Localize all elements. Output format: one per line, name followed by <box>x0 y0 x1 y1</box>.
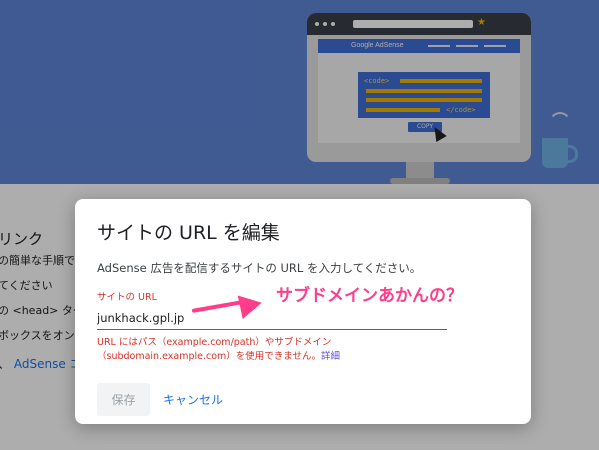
error-line-2-text: （subdomain.example.com）を使用できません。 <box>97 351 322 362</box>
cancel-button[interactable]: キャンセル <box>159 383 227 416</box>
edit-site-url-dialog: サイトの URL を編集 AdSense 広告を配信するサイトの URL を入力… <box>75 199 531 424</box>
save-button[interactable]: 保存 <box>97 383 150 416</box>
dialog-description: AdSense 広告を配信するサイトの URL を入力してください。 <box>97 261 422 275</box>
site-url-error: URL にはパス（example.com/path）やサブドメイン （subdo… <box>97 336 340 364</box>
site-url-input[interactable] <box>97 309 445 327</box>
site-url-underline <box>97 329 447 330</box>
error-line-2: （subdomain.example.com）を使用できません。詳細 <box>97 350 340 364</box>
site-url-label: サイトの URL <box>97 292 157 303</box>
annotation-callout: サブドメインあかんの？ <box>276 286 463 306</box>
annotation-arrow-head <box>237 290 265 320</box>
details-link[interactable]: 詳細 <box>321 351 340 362</box>
error-line-1: URL にはパス（example.com/path）やサブドメイン <box>97 337 332 348</box>
dialog-title: サイトの URL を編集 <box>97 222 280 244</box>
